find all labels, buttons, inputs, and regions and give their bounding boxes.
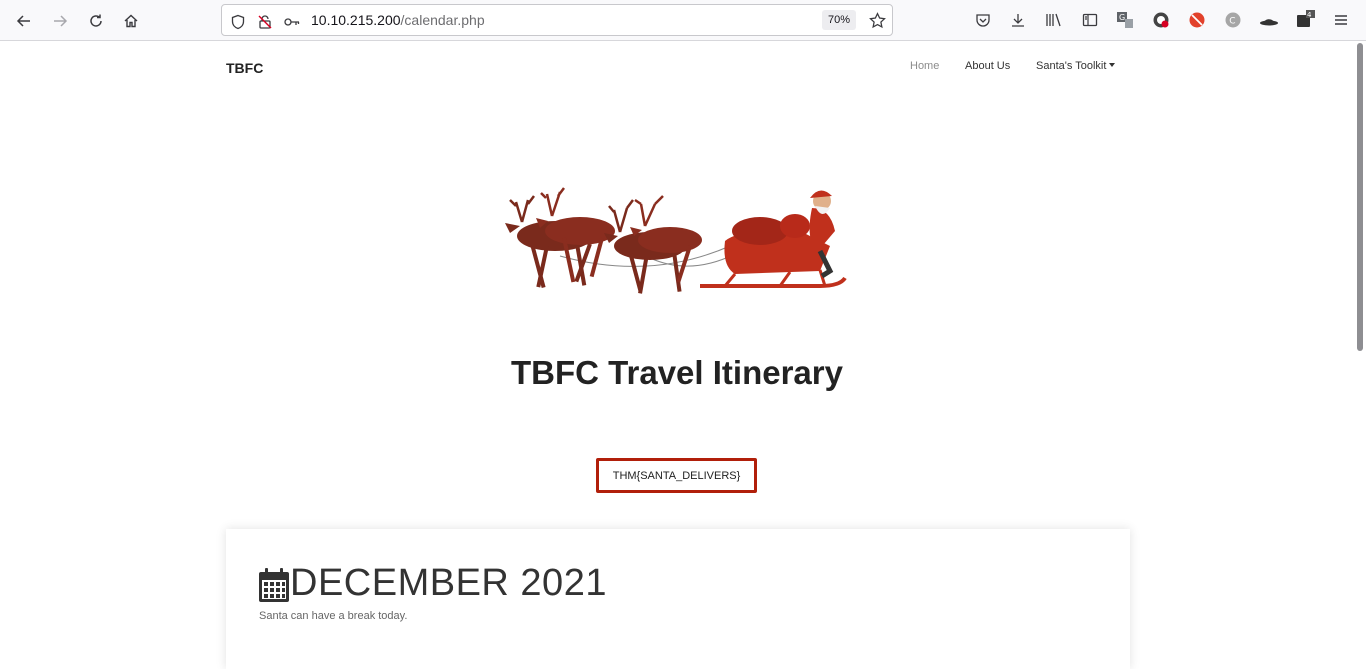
browser-toolbar: 10.10.215.200/calendar.php 70% G C 4 xyxy=(0,0,1366,41)
nav-home-link[interactable]: Home xyxy=(910,60,939,72)
scrollbar-thumb[interactable] xyxy=(1357,43,1363,351)
blocker-extension-icon[interactable] xyxy=(1186,9,1208,31)
url-bar[interactable]: 10.10.215.200/calendar.php xyxy=(221,4,893,36)
site-brand[interactable]: TBFC xyxy=(226,60,263,76)
home-button[interactable] xyxy=(118,8,144,34)
forward-arrow-icon xyxy=(54,15,68,27)
forward-button[interactable] xyxy=(47,8,73,34)
cookie-extension-icon[interactable]: C xyxy=(1222,9,1244,31)
insecure-lock-icon[interactable] xyxy=(256,13,274,31)
nav-about-link[interactable]: About Us xyxy=(965,60,1010,72)
url-host: 10.10.215.200 xyxy=(311,12,401,28)
svg-text:C: C xyxy=(1229,17,1235,27)
calendar-note: Santa can have a break today. xyxy=(259,610,408,622)
extensions-puzzle-icon[interactable]: 4 xyxy=(1294,9,1316,31)
reload-button[interactable] xyxy=(83,8,109,34)
wappalyzer-extension-icon[interactable] xyxy=(1150,9,1172,31)
shield-icon[interactable] xyxy=(229,13,247,31)
calendar-card: DECEMBER 2021 Santa can have a break tod… xyxy=(226,529,1130,669)
bookmark-star-icon[interactable] xyxy=(868,11,886,29)
calendar-icon xyxy=(259,568,289,602)
translate-extension-icon[interactable]: G xyxy=(1114,9,1136,31)
downloads-icon[interactable] xyxy=(1007,9,1029,31)
back-button[interactable] xyxy=(11,8,37,34)
page-title: TBFC Travel Itinerary xyxy=(511,354,843,391)
pocket-icon[interactable] xyxy=(972,9,994,31)
flag-box: THM{SANTA_DELIVERS} xyxy=(596,458,757,493)
reload-icon xyxy=(90,14,102,27)
hamburger-menu-icon[interactable] xyxy=(1330,9,1352,31)
dropdown-caret-icon xyxy=(1109,63,1116,67)
back-arrow-icon xyxy=(16,15,30,27)
sidebar-icon[interactable] xyxy=(1079,9,1101,31)
svg-text:4: 4 xyxy=(1307,11,1312,19)
nav-toolkit-dropdown[interactable]: Santa's Toolkit xyxy=(1036,60,1116,72)
url-path: /calendar.php xyxy=(400,12,485,28)
library-icon[interactable] xyxy=(1043,9,1065,31)
url-text: 10.10.215.200/calendar.php xyxy=(311,12,485,28)
svg-text:G: G xyxy=(1119,13,1125,22)
santa-sleigh-image xyxy=(505,187,847,294)
key-icon[interactable] xyxy=(283,13,301,31)
calendar-month-title: DECEMBER 2021 xyxy=(290,562,607,604)
web-page: TBFC Home About Us Santa's Toolkit TBFC … xyxy=(0,41,1354,669)
nav-toolkit-label: Santa's Toolkit xyxy=(1036,60,1107,72)
hat-extension-icon[interactable] xyxy=(1258,9,1280,31)
home-icon xyxy=(124,14,138,28)
zoom-level-badge[interactable]: 70% xyxy=(822,10,856,30)
